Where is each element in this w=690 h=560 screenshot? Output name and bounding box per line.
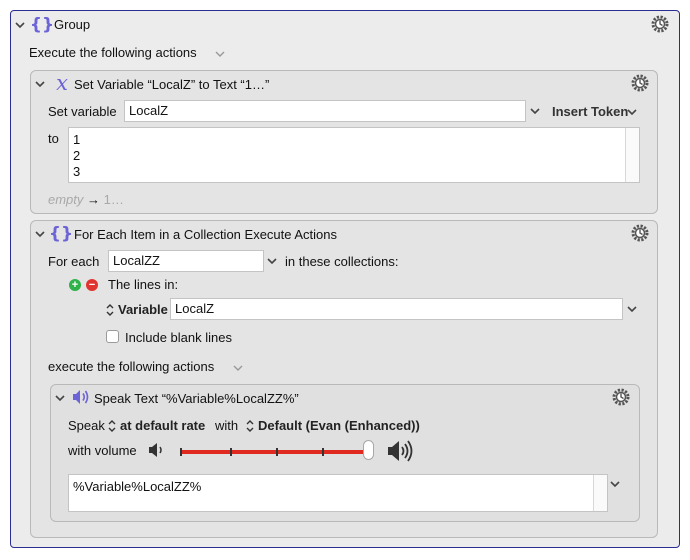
chevron-down-icon (610, 480, 620, 487)
group-gear-icon[interactable] (650, 14, 670, 34)
remove-collection-icon[interactable]: − (86, 279, 98, 291)
group-execute-label: Execute the following actions (29, 45, 197, 60)
set-variable-gear-icon[interactable] (630, 73, 650, 93)
add-collection-icon[interactable]: + (69, 279, 81, 291)
with-volume-label: with volume (68, 443, 137, 458)
volume-tick (180, 448, 182, 456)
set-variable-label: Set variable (48, 104, 117, 119)
speak-text-token-dropdown[interactable] (609, 478, 621, 490)
speak-text-title: Speak Text “%Variable%LocalZZ%” (94, 391, 299, 406)
svg-text:x: x (56, 72, 68, 94)
variable-type-stepper[interactable] (105, 303, 115, 317)
text-line-1: 1 (73, 132, 81, 147)
voice-value[interactable]: Default (Evan (Enhanced)) (258, 418, 420, 433)
chevron-down-icon (530, 107, 540, 114)
variable-name-dropdown[interactable] (529, 105, 541, 117)
with-label: with (215, 418, 239, 433)
svg-text:{}: {} (32, 15, 52, 34)
chevron-down-icon (627, 108, 637, 115)
chevron-down-icon (215, 51, 225, 57)
for-each-label: For each (48, 254, 100, 269)
text-area-scrollbar[interactable] (625, 128, 639, 182)
rate-value[interactable]: at default rate (120, 418, 205, 433)
volume-slider-fill (180, 450, 366, 454)
for-each-title: For Each Item in a Collection Execute Ac… (74, 227, 338, 242)
speak-text-scrollbar[interactable] (593, 475, 607, 511)
text-lines: 1 2 3 (73, 132, 80, 180)
summary-empty: empty (48, 192, 84, 207)
group-braces-icon: {} (30, 14, 54, 35)
speak-text-collapse-chevron[interactable] (54, 392, 66, 404)
text-line-2: 2 (73, 148, 81, 163)
variable-type-label: Variable (118, 302, 168, 317)
up-down-icon (246, 420, 254, 432)
volume-tick (230, 448, 232, 456)
insert-token-chevron[interactable] (626, 106, 638, 118)
for-each-execute-label: execute the following actions (48, 359, 215, 374)
text-line-3: 3 (73, 164, 81, 179)
speak-text-area[interactable]: %Variable%LocalZZ% (68, 474, 608, 512)
group-collapse-chevron[interactable] (14, 19, 26, 31)
volume-tick (322, 448, 324, 456)
variable-text-area[interactable]: 1 2 3 (68, 127, 640, 183)
source-variable-dropdown[interactable] (626, 303, 638, 315)
volume-slider-knob[interactable] (363, 440, 374, 460)
chevron-down-icon (15, 21, 25, 28)
group-title: Group (54, 17, 91, 32)
speak-label: Speak (68, 418, 105, 433)
for-each-braces-icon: {} (49, 223, 73, 244)
speaker-icon (71, 388, 91, 406)
variable-x-icon: x (51, 71, 73, 95)
chevron-down-icon (35, 230, 45, 237)
summary-arrow: → (87, 192, 101, 207)
for-each-variable-field[interactable]: LocalZZ (108, 250, 264, 272)
chevron-down-icon (35, 80, 45, 87)
for-each-collapse-chevron[interactable] (34, 228, 46, 240)
up-down-icon (108, 420, 116, 432)
for-each-variable-dropdown[interactable] (266, 255, 278, 267)
source-variable-field[interactable]: LocalZ (170, 298, 623, 320)
set-variable-title: Set Variable “LocalZ” to Text “1…” (74, 77, 270, 92)
up-down-icon (106, 304, 114, 316)
volume-slider[interactable] (180, 446, 372, 458)
rate-stepper[interactable] (107, 419, 117, 433)
to-label: to (48, 131, 59, 146)
volume-high-icon (386, 438, 416, 464)
svg-text:{}: {} (51, 224, 71, 243)
chevron-down-icon (627, 305, 637, 312)
in-collections-label: in these collections: (285, 254, 399, 269)
include-blank-lines-checkbox[interactable] (106, 330, 119, 343)
for-each-execute-chevron[interactable] (232, 362, 244, 374)
set-variable-collapse-chevron[interactable] (34, 78, 46, 90)
speak-text-content: %Variable%LocalZZ% (73, 479, 202, 494)
volume-tick (276, 448, 278, 456)
lines-in-label: The lines in: (108, 277, 179, 292)
summary-value: 1… (103, 192, 124, 207)
chevron-down-icon (233, 365, 243, 371)
volume-low-icon (147, 441, 167, 459)
voice-stepper[interactable] (245, 419, 255, 433)
insert-token-button[interactable]: Insert Token (552, 104, 628, 119)
speak-text-gear-icon[interactable] (611, 387, 631, 407)
group-execute-chevron[interactable] (214, 48, 226, 60)
set-variable-name-field[interactable]: LocalZ (124, 100, 526, 122)
include-blank-lines-label: Include blank lines (125, 330, 232, 345)
for-each-gear-icon[interactable] (630, 223, 650, 243)
chevron-down-icon (267, 257, 277, 264)
chevron-down-icon (55, 394, 65, 401)
set-variable-summary: empty → 1… (48, 192, 124, 207)
